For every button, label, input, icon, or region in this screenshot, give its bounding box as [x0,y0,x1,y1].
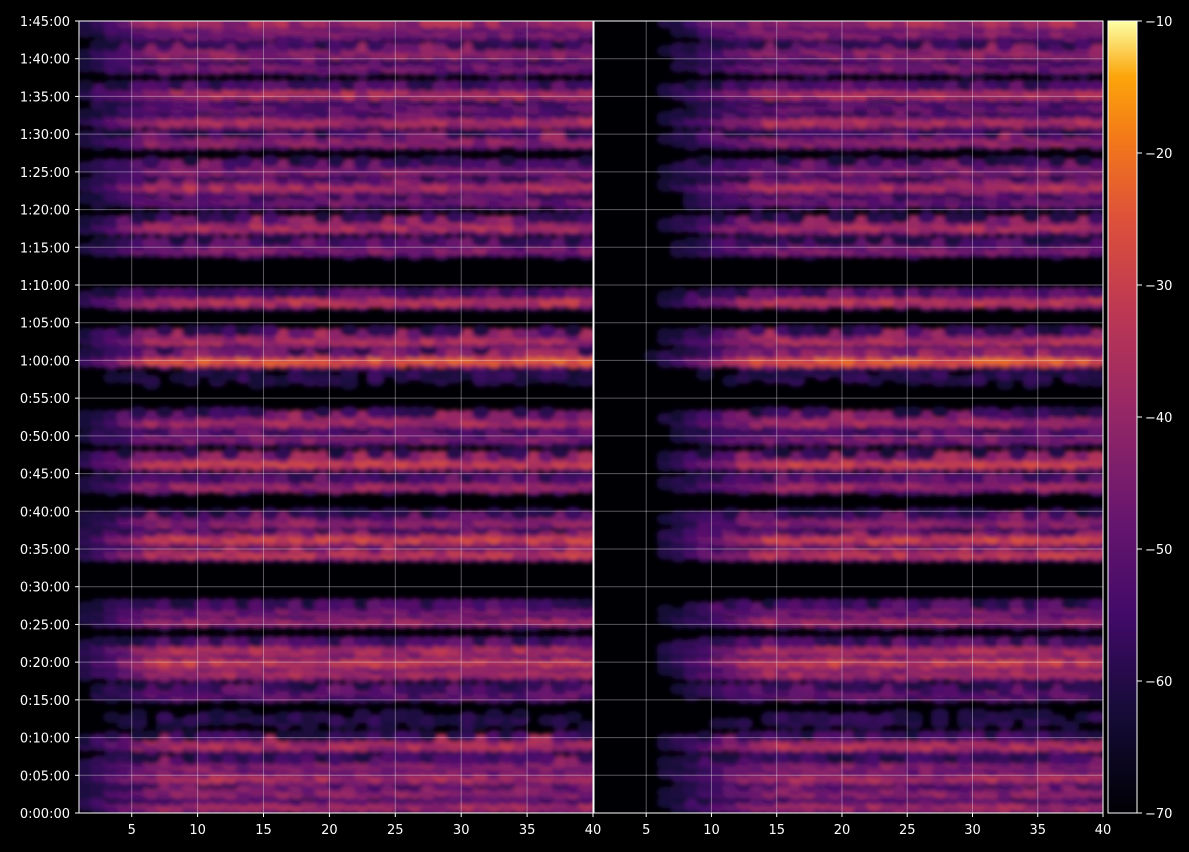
heatmap-cell [406,708,425,721]
heatmap-cell [353,154,372,167]
heatmap-cell [537,324,556,337]
heatmap-cell [274,447,293,460]
heatmap-cell [102,730,121,743]
heatmap-cell [564,711,583,724]
heatmap-cell [234,708,253,721]
heatmap-cell [498,154,517,167]
heatmap-cell [102,711,121,724]
left-heatmap-panel [78,20,594,814]
heatmap-cell [142,730,161,743]
heatmap-cell [155,324,174,337]
heatmap-cell [472,406,490,419]
heatmap-cell [537,506,556,519]
heatmap-cell [419,211,438,224]
heatmap-cell [340,324,359,337]
heatmap-cell [155,406,174,419]
heatmap-cell [300,154,319,167]
heatmap-cell [353,708,372,721]
heatmap-cell [155,506,174,519]
heatmap-cell [419,406,438,419]
heatmap-cell [155,211,174,224]
heatmap-cell [485,506,504,519]
heatmap-cell [551,447,570,460]
heatmap-cell [564,324,583,337]
heatmap-cell [155,711,174,724]
heatmap-cell [353,506,372,519]
heatmap-cell [208,506,227,519]
heatmap-cell [432,506,451,519]
heatmap-cell [564,506,583,519]
heatmap-cell [142,154,161,167]
heatmap-cell [221,447,240,460]
heatmap-cell [366,211,385,224]
heatmap-cell [498,368,517,381]
heatmap-cell [340,406,359,419]
heatmap-cell [366,447,385,460]
heatmap-cell [234,211,253,224]
heatmap-cell [208,708,227,721]
heatmap-cell [537,406,556,419]
heatmap-cell [234,506,253,519]
heatmap-cell [419,730,438,743]
heatmap-cell [234,154,253,167]
heatmap-cell [485,708,504,721]
spectrogram-figure: 0:00:000:05:000:10:000:15:000:20:000:25:… [20,15,1173,838]
heatmap-cell [472,324,490,337]
